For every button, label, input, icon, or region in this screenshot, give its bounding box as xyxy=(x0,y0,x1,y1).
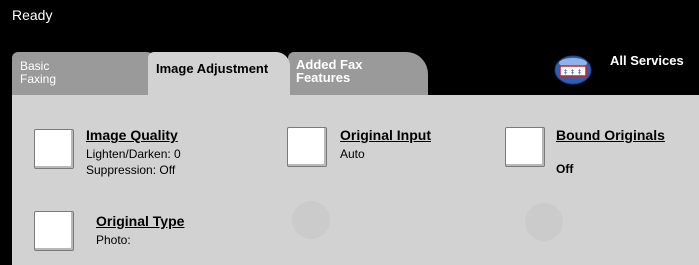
original-input-value: Auto xyxy=(340,147,365,161)
original-input-title[interactable]: Original Input xyxy=(340,127,431,143)
bound-originals-title[interactable]: Bound Originals xyxy=(556,127,665,143)
disabled-placeholder xyxy=(292,201,330,239)
tab-image-adjustment-label: Image Adjustment xyxy=(156,61,269,76)
status-text: Ready xyxy=(12,7,53,23)
original-type-button[interactable] xyxy=(34,211,74,251)
services-icon: ‡ ‡ ‡ xyxy=(554,55,592,85)
bound-originals-button[interactable] xyxy=(505,127,545,167)
tab-image-adjustment[interactable]: Image Adjustment xyxy=(148,52,290,98)
image-quality-title[interactable]: Image Quality xyxy=(86,127,178,143)
original-type-title[interactable]: Original Type xyxy=(96,213,184,229)
disabled-placeholder xyxy=(525,203,563,241)
image-quality-lighten-darken: Lighten/Darken: 0 xyxy=(86,147,181,161)
original-input-button[interactable] xyxy=(287,127,327,167)
tab-added-fax-features[interactable]: Added Fax Features xyxy=(288,52,428,98)
image-quality-button[interactable] xyxy=(34,129,74,169)
image-adjustment-panel: Image Quality Lighten/Darken: 0 Suppress… xyxy=(12,95,699,265)
original-type-value: Photo: xyxy=(96,233,131,247)
svg-text:‡: ‡ xyxy=(571,68,575,76)
status-bar: Ready xyxy=(0,0,699,46)
image-quality-suppression: Suppression: Off xyxy=(86,163,176,177)
tab-basic-faxing-label: Basic Faxing xyxy=(20,59,57,86)
bound-originals-value: Off xyxy=(556,162,574,176)
all-services-button[interactable]: ‡ ‡ ‡ All Services xyxy=(550,50,696,92)
svg-text:‡: ‡ xyxy=(564,68,568,76)
tab-added-fax-features-label: Added Fax Features xyxy=(296,57,363,85)
svg-text:‡: ‡ xyxy=(578,68,582,76)
all-services-label: All Services xyxy=(610,53,684,68)
tab-basic-faxing[interactable]: Basic Faxing xyxy=(12,52,160,98)
